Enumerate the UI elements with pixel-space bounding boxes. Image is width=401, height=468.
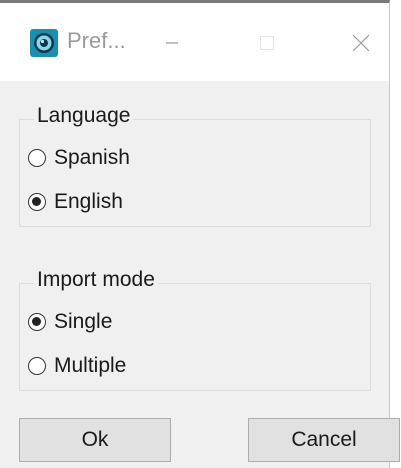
maximize-icon <box>260 36 274 50</box>
cancel-button[interactable]: Cancel <box>248 418 400 462</box>
radio-single[interactable]: Single <box>28 307 112 337</box>
radio-multiple-label[interactable]: Multiple <box>54 354 126 378</box>
preferences-window: Pref... Language Spanish English Import … <box>0 0 400 468</box>
close-icon <box>352 34 370 52</box>
window-title: Pref... <box>67 28 126 53</box>
maximize-button[interactable] <box>245 23 289 63</box>
radio-english[interactable]: English <box>28 187 123 217</box>
radio-single-indicator[interactable] <box>28 313 46 331</box>
language-group-legend: Language <box>34 104 134 128</box>
radio-single-label[interactable]: Single <box>54 310 112 334</box>
radio-english-label[interactable]: English <box>54 190 123 214</box>
language-group: Language Spanish English <box>19 104 371 227</box>
import-mode-group: Import mode Single Multiple <box>19 268 371 391</box>
minimize-button[interactable] <box>150 23 194 63</box>
radio-english-indicator[interactable] <box>28 193 46 211</box>
ok-button[interactable]: Ok <box>19 418 171 462</box>
title-bar[interactable]: Pref... <box>0 3 389 81</box>
close-button[interactable] <box>339 23 383 63</box>
radio-multiple-indicator[interactable] <box>28 357 46 375</box>
radio-spanish-label[interactable]: Spanish <box>54 146 130 170</box>
import-mode-group-legend: Import mode <box>34 268 158 292</box>
minimize-icon <box>166 42 178 44</box>
radio-spanish-indicator[interactable] <box>28 149 46 167</box>
globe-app-icon <box>30 29 58 57</box>
radio-spanish[interactable]: Spanish <box>28 143 130 173</box>
radio-multiple[interactable]: Multiple <box>28 351 126 381</box>
